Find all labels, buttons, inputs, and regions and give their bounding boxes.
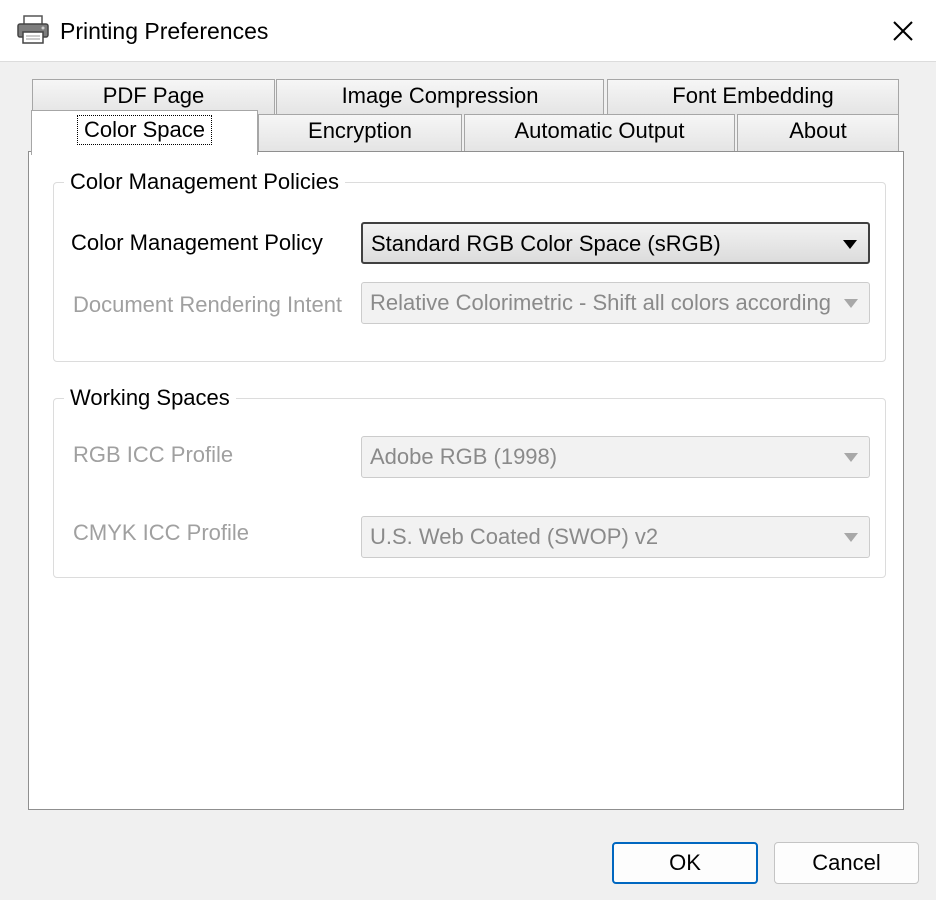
title-bar: Printing Preferences <box>0 0 936 62</box>
rendering-intent-select[interactable]: Relative Colorimetric - Shift all colors… <box>361 282 870 324</box>
color-management-group: Color Management Policies Color Manageme… <box>53 167 886 362</box>
tab-label: Color Space <box>76 115 213 145</box>
tab-label: Font Embedding <box>672 83 834 108</box>
chevron-down-icon <box>841 517 861 557</box>
printer-icon <box>17 15 49 44</box>
chevron-down-icon <box>841 437 861 477</box>
tab-automatic-output[interactable]: Automatic Output <box>464 114 735 152</box>
ok-button[interactable]: OK <box>612 842 758 884</box>
tab-about[interactable]: About <box>737 114 899 152</box>
close-icon <box>893 21 913 41</box>
combo-value: U.S. Web Coated (SWOP) v2 <box>370 524 659 549</box>
chevron-down-icon <box>840 224 860 262</box>
color-management-policy-label: Color Management Policy <box>71 230 323 255</box>
cmyk-icc-profile-select[interactable]: U.S. Web Coated (SWOP) v2 <box>361 516 870 558</box>
rgb-icc-profile-label: RGB ICC Profile <box>73 442 234 467</box>
chevron-down-icon <box>841 283 861 323</box>
color-management-policy-select[interactable]: Standard RGB Color Space (sRGB) <box>361 222 870 264</box>
tab-label: Image Compression <box>341 83 539 108</box>
working-spaces-group: Working Spaces RGB ICC Profile Adobe RGB… <box>53 383 886 578</box>
tab-image-compression[interactable]: Image Compression <box>276 79 604 115</box>
tab-encryption[interactable]: Encryption <box>258 114 462 152</box>
rgb-icc-profile-select[interactable]: Adobe RGB (1998) <box>361 436 870 478</box>
cmyk-icc-profile-label: CMYK ICC Profile <box>73 520 250 545</box>
combo-value: Relative Colorimetric - Shift all colors… <box>370 290 832 315</box>
combo-value: Adobe RGB (1998) <box>370 444 558 469</box>
window-title: Printing Preferences <box>60 18 269 44</box>
close-button[interactable] <box>878 8 928 54</box>
tab-label: About <box>789 118 847 143</box>
tab-label: Encryption <box>308 118 412 143</box>
combo-value: Standard RGB Color Space (sRGB) <box>371 231 721 256</box>
group-title: Color Management Policies <box>64 167 346 197</box>
color-space-panel: Color Management Policies Color Manageme… <box>28 151 904 810</box>
tab-label: PDF Page <box>102 83 205 108</box>
tab-color-space[interactable]: Color Space <box>31 110 258 155</box>
tab-font-embedding[interactable]: Font Embedding <box>607 79 899 115</box>
rendering-intent-label: Document Rendering Intent <box>73 292 343 317</box>
tab-label: Automatic Output <box>514 118 685 143</box>
group-title: Working Spaces <box>64 383 236 413</box>
cancel-button[interactable]: Cancel <box>774 842 919 884</box>
